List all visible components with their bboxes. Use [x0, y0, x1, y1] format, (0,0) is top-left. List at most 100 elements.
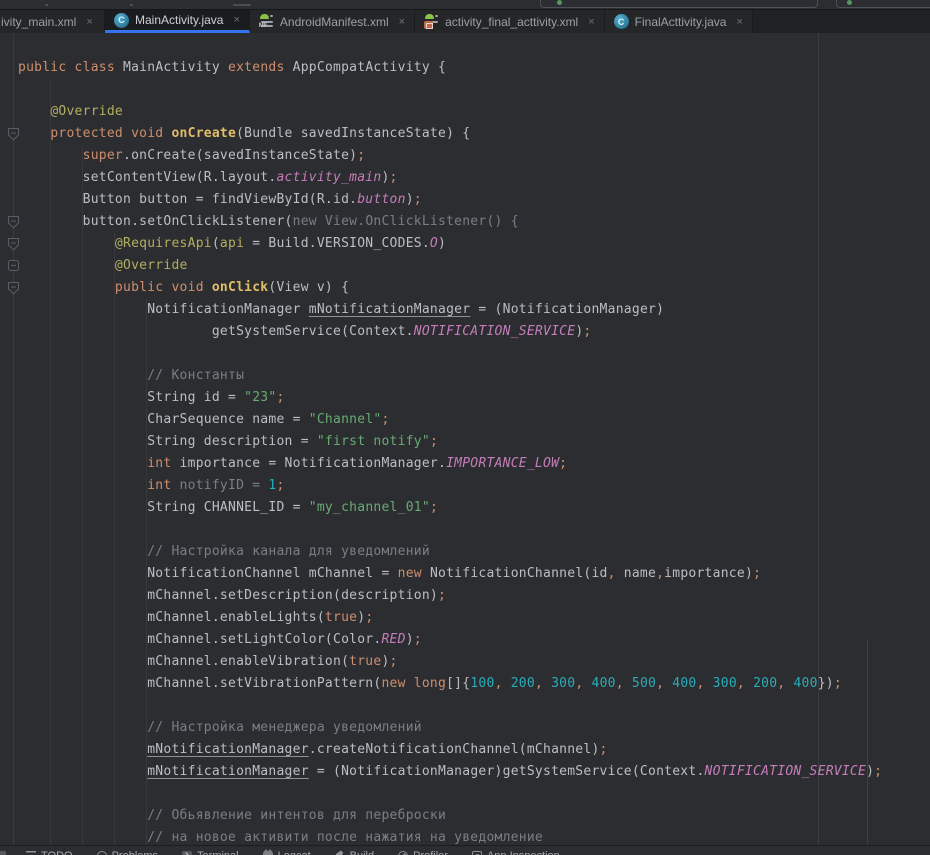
code-line[interactable]: mChannel.setVibrationPattern(new long[]{… — [18, 673, 882, 695]
code-line[interactable]: // Настройка канала для уведомлений — [18, 541, 882, 563]
tab-close-icon[interactable]: × — [399, 16, 405, 28]
code-token: 400 — [793, 676, 817, 691]
code-editor[interactable]: public class MainActivity extends AppCom… — [0, 33, 930, 845]
code-token: ; — [414, 632, 422, 647]
toolwindow-button-logcat[interactable]: Logcat — [263, 850, 311, 855]
code-line[interactable]: String id = "23"; — [18, 387, 882, 409]
code-token: mChannel.enableVibration( — [147, 654, 349, 669]
code-token: Button button = findViewById(R.id. — [83, 192, 358, 207]
code-line[interactable]: NotificationManager mNotificationManager… — [18, 299, 882, 321]
code-line[interactable]: mNotificationManager.createNotificationC… — [18, 739, 882, 761]
toolwindow-button-label: Terminal — [197, 850, 239, 855]
code-line[interactable]: int importance = NotificationManager.IMP… — [18, 453, 882, 475]
code-line[interactable]: mNotificationManager = (NotificationMana… — [18, 761, 882, 783]
toolwindow-button-problems[interactable]: Problems — [97, 850, 158, 855]
code-line[interactable]: int notifyID = 1; — [18, 475, 882, 497]
code-line[interactable]: // на новое активити после нажатия на ув… — [18, 827, 882, 845]
code-line[interactable]: // Константы — [18, 365, 882, 387]
toolwindow-button-profiler[interactable]: Profiler — [398, 850, 448, 855]
code-line[interactable]: @RequiresApi(api = Build.VERSION_CODES.O… — [18, 233, 882, 255]
tab-FinalActtivity.java[interactable]: CFinalActtivity.java× — [605, 10, 753, 33]
tab-activity_final_acttivity.xml[interactable]: activity_final_acttivity.xml× — [415, 10, 605, 33]
code-token — [18, 324, 212, 339]
code-line[interactable]: // Обьявление интентов для переброски — [18, 805, 882, 827]
code-token: new View.OnClickListener() { — [293, 214, 519, 229]
code-line[interactable] — [18, 519, 882, 541]
code-line[interactable]: @Override — [18, 255, 882, 277]
code-line[interactable] — [18, 695, 882, 717]
code-token: O — [430, 236, 438, 251]
code-line[interactable]: Button button = findViewById(R.id.button… — [18, 189, 882, 211]
code-token — [705, 676, 713, 691]
code-token: class — [75, 60, 123, 75]
device-widget[interactable] — [836, 0, 930, 8]
code-line[interactable] — [18, 783, 882, 805]
code-token: = (NotificationManager)getSystemService(… — [309, 764, 705, 779]
code-line[interactable]: String CHANNEL_ID = "my_channel_01"; — [18, 497, 882, 519]
code-token: mChannel.enableLights( — [147, 610, 325, 625]
toolwindow-button-build[interactable]: Build — [335, 850, 374, 855]
code-line[interactable]: getSystemService(Context.NOTIFICATION_SE… — [18, 321, 882, 343]
code-line[interactable]: mChannel.enableVibration(true); — [18, 651, 882, 673]
code-line[interactable] — [18, 343, 882, 365]
code-line[interactable]: mChannel.setDescription(description); — [18, 585, 882, 607]
code-token — [18, 126, 50, 141]
code-line[interactable]: public void onClick(View v) { — [18, 277, 882, 299]
tab-ivity_main.xml[interactable]: ivity_main.xml × — [0, 10, 105, 33]
tab-MainActivity.java[interactable]: CMainActivity.java× — [105, 10, 250, 33]
tab-label: MainActivity.java — [135, 13, 223, 27]
terminal-icon — [182, 851, 192, 855]
code-area[interactable]: public class MainActivity extends AppCom… — [18, 57, 882, 845]
fold-collapse-icon[interactable] — [7, 215, 20, 229]
code-token: "first notify" — [317, 434, 430, 449]
code-line[interactable]: // Настройка менеджера уведомлений — [18, 717, 882, 739]
android-layout-file-icon — [424, 14, 439, 29]
code-token: public void — [115, 280, 212, 295]
code-line[interactable]: public class MainActivity extends AppCom… — [18, 57, 882, 79]
code-line[interactable]: @Override — [18, 101, 882, 123]
code-token: (View v) { — [268, 280, 349, 295]
code-token: ; — [276, 478, 284, 493]
fold-collapse-icon[interactable] — [7, 281, 20, 295]
run-configuration-widget[interactable] — [540, 0, 818, 8]
code-line[interactable]: CharSequence name = "Channel"; — [18, 409, 882, 431]
toolwindow-button-label: Problems — [112, 850, 158, 855]
code-line[interactable]: button.setOnClickListener(new View.OnCli… — [18, 211, 882, 233]
code-line[interactable]: NotificationChannel mChannel = new Notif… — [18, 563, 882, 585]
code-token: , — [697, 676, 705, 691]
code-token — [745, 676, 753, 691]
code-token: ; — [874, 764, 882, 779]
fold-collapse-icon[interactable] — [7, 127, 20, 141]
code-token: .onCreate(savedInstanceState) — [123, 148, 357, 163]
clipped-toolwindow-icon[interactable] — [0, 851, 6, 855]
code-token: 300 — [713, 676, 737, 691]
code-token: }) — [818, 676, 834, 691]
logcat-icon — [263, 851, 273, 855]
tab-AndroidManifest.xml[interactable]: MFAndroidManifest.xml× — [250, 10, 415, 33]
tab-close-icon[interactable]: × — [588, 16, 594, 28]
code-line[interactable]: mChannel.enableLights(true); — [18, 607, 882, 629]
code-token — [18, 390, 147, 405]
code-token: AppCompatActivity { — [293, 60, 446, 75]
tab-close-icon[interactable]: × — [86, 16, 92, 28]
code-token — [543, 676, 551, 691]
fold-collapse-icon[interactable] — [7, 237, 20, 251]
code-line[interactable]: String description = "first notify"; — [18, 431, 882, 453]
toolwindow-button-app-inspection[interactable]: App Inspection — [472, 850, 560, 855]
toolwindow-button-todo[interactable]: TODO — [26, 850, 73, 855]
code-line[interactable] — [18, 79, 882, 101]
code-line[interactable]: protected void onCreate(Bundle savedInst… — [18, 123, 882, 145]
code-token: true — [349, 654, 381, 669]
code-line[interactable]: setContentView(R.layout.activity_main); — [18, 167, 882, 189]
tab-close-icon[interactable]: × — [233, 14, 239, 26]
fold-collapse-icon[interactable] — [7, 259, 20, 273]
tab-close-icon[interactable]: × — [736, 16, 742, 28]
toolwindow-button-terminal[interactable]: Terminal — [182, 850, 239, 855]
code-line[interactable]: mChannel.setLightColor(Color.RED); — [18, 629, 882, 651]
tab-label: ivity_main.xml — [1, 15, 76, 29]
code-token — [18, 610, 147, 625]
code-token: @Override — [115, 258, 188, 273]
code-token: ; — [753, 566, 761, 581]
code-line[interactable]: super.onCreate(savedInstanceState); — [18, 145, 882, 167]
code-token: ) — [406, 632, 414, 647]
